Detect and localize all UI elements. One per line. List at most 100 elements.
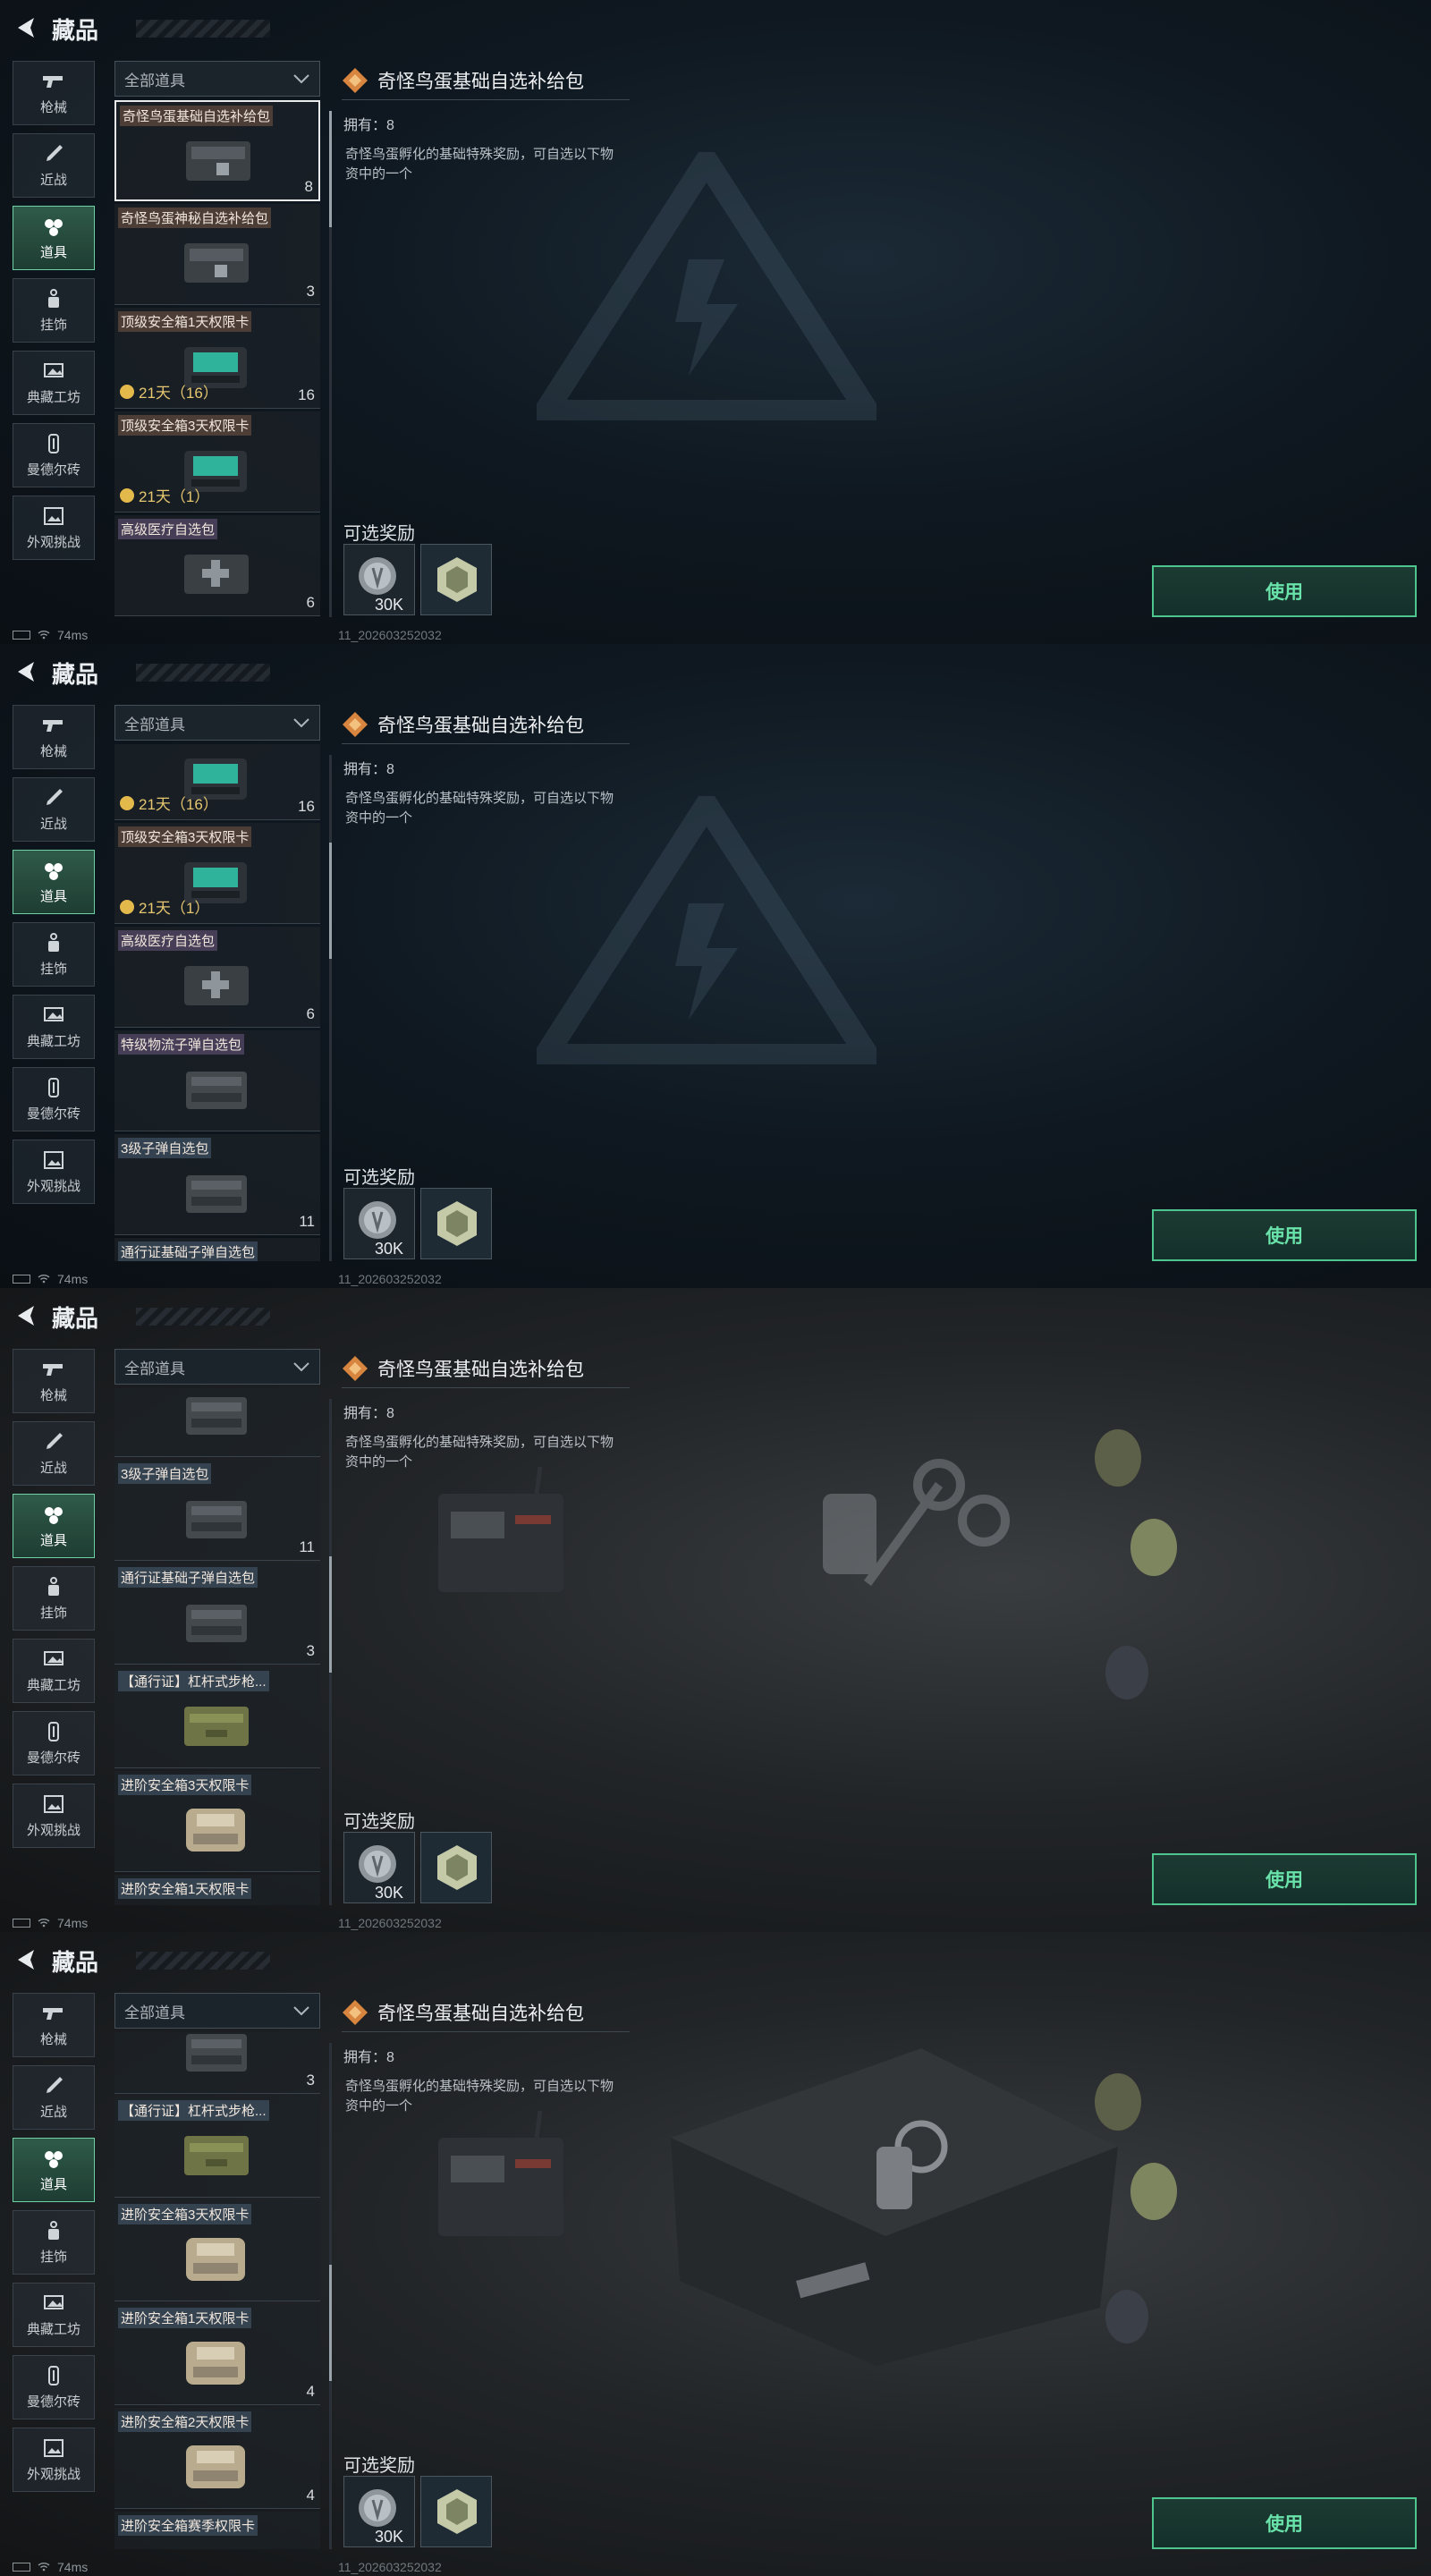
reward-coin[interactable]: 30K: [343, 544, 415, 615]
item-list[interactable]: 奇怪鸟蛋基础自选补给包 8 奇怪鸟蛋神秘自选补给包 3 顶级安全箱1天权限卡 21天（16…: [114, 100, 322, 617]
back-arrow-icon[interactable]: [13, 1946, 39, 1973]
use-button[interactable]: 使用: [1152, 1209, 1417, 1261]
list-item[interactable]: 通行证基础子弹自选包3: [114, 1238, 320, 1261]
use-button[interactable]: 使用: [1152, 565, 1417, 617]
list-item[interactable]: 通行证基础子弹自选包3: [114, 2032, 320, 2094]
category-charm[interactable]: 挂饰: [13, 278, 95, 343]
list-item[interactable]: 顶级安全箱3天权限卡 21天（1）: [114, 411, 320, 513]
category-gun[interactable]: 枪械: [13, 61, 95, 125]
list-item[interactable]: 特级物流子弹自选包: [114, 1030, 320, 1131]
filter-dropdown[interactable]: 全部道具: [114, 1349, 320, 1385]
list-item[interactable]: 奇怪鸟蛋神秘自选补给包 3: [114, 204, 320, 305]
reward-coin[interactable]: 30K: [343, 1188, 415, 1259]
list-item[interactable]: 高级医疗自选包 6: [114, 927, 320, 1028]
list-item[interactable]: 顶级安全箱1天权限卡21天（16）16: [114, 308, 320, 409]
item-list[interactable]: 顶级安全箱1天权限卡21天（16）16顶级安全箱3天权限卡21天（1）高级医疗自…: [114, 744, 322, 1261]
scrollbar-thumb[interactable]: [329, 2265, 332, 2381]
wifi-icon: [38, 2563, 50, 2572]
category-items[interactable]: 道具: [13, 2138, 95, 2202]
coin-value: 30K: [375, 1884, 404, 1902]
scrollbar-thumb[interactable]: [329, 111, 332, 227]
category-workshop[interactable]: 典藏工坊: [13, 1639, 95, 1703]
category-brick[interactable]: 曼德尔砖: [13, 1067, 95, 1131]
list-item[interactable]: 【通行证】杠杆式步枪...: [114, 1667, 320, 1768]
reward-token[interactable]: [420, 1188, 492, 1259]
list-item[interactable]: 奇怪鸟蛋基础自选补给包 8: [114, 100, 320, 201]
coin-value: 30K: [375, 2528, 404, 2546]
back-arrow-icon[interactable]: [13, 14, 39, 41]
filter-dropdown[interactable]: 全部道具: [114, 61, 320, 97]
filter-dropdown[interactable]: 全部道具: [114, 1993, 320, 2029]
category-brick[interactable]: 曼德尔砖: [13, 1711, 95, 1775]
owned-count: 拥有：8: [343, 1406, 394, 1421]
reward-token[interactable]: [420, 2476, 492, 2547]
list-item[interactable]: 进阶安全箱1天权限卡4: [114, 1875, 320, 1905]
category-items[interactable]: 道具: [13, 206, 95, 270]
category-brick[interactable]: 曼德尔砖: [13, 423, 95, 487]
build-number: 11_202603252032: [338, 628, 442, 642]
category-workshop[interactable]: 典藏工坊: [13, 995, 95, 1059]
detail-title: 奇怪鸟蛋基础自选补给包: [377, 71, 584, 92]
back-arrow-icon[interactable]: [13, 658, 39, 685]
item-list[interactable]: 通行证基础子弹自选包3 【通行证】杠杆式步枪... 进阶安全箱3天权限卡进阶安全箱1…: [114, 2032, 322, 2549]
item-list[interactable]: 特级物流子弹自选包 3级子弹自选包 11 通行证基础子弹自选包 3 【通行证】杠杆式步枪.…: [114, 1388, 322, 1905]
list-item[interactable]: 3级子弹自选包 11: [114, 1134, 320, 1235]
category-charm[interactable]: 挂饰: [13, 2210, 95, 2275]
coin-icon: [359, 1845, 396, 1883]
list-item[interactable]: 进阶安全箱3天权限卡: [114, 1771, 320, 1872]
use-button[interactable]: 使用: [1152, 1853, 1417, 1905]
back-arrow-icon[interactable]: [13, 1302, 39, 1329]
scrollbar-thumb[interactable]: [329, 843, 332, 959]
category-gun[interactable]: 枪械: [13, 705, 95, 769]
category-label: 外观挑战: [26, 1178, 80, 1194]
category-items[interactable]: 道具: [13, 850, 95, 914]
reward-coin[interactable]: 30K: [343, 2476, 415, 2547]
category-charm[interactable]: 挂饰: [13, 1566, 95, 1631]
list-item[interactable]: 进阶安全箱3天权限卡: [114, 2200, 320, 2301]
item-expiry: 21天（16）: [120, 380, 218, 402]
category-label: 曼德尔砖: [26, 1750, 80, 1766]
item-name: 通行证基础子弹自选包: [118, 1241, 258, 1261]
list-item[interactable]: 顶级安全箱3天权限卡 21天（1）: [114, 823, 320, 924]
filter-label: 全部道具: [124, 72, 185, 89]
category-appearance[interactable]: 外观挑战: [13, 1784, 95, 1848]
reward-coin[interactable]: 30K: [343, 1832, 415, 1903]
list-item[interactable]: 进阶安全箱2天权限卡 4: [114, 2408, 320, 2509]
category-appearance[interactable]: 外观挑战: [13, 2428, 95, 2492]
category-knife[interactable]: 近战: [13, 133, 95, 198]
diamond-badge-icon: [343, 711, 368, 737]
category-appearance[interactable]: 外观挑战: [13, 1140, 95, 1204]
reward-token[interactable]: [420, 544, 492, 615]
category-workshop[interactable]: 典藏工坊: [13, 2283, 95, 2347]
item-count: 16: [298, 798, 315, 815]
list-item[interactable]: 3级子弹自选包 11: [114, 1460, 320, 1561]
list-item[interactable]: 顶级安全箱1天权限卡21天（16）16: [114, 744, 320, 820]
scrollbar-thumb[interactable]: [329, 1556, 332, 1673]
use-button[interactable]: 使用: [1152, 2497, 1417, 2549]
list-item[interactable]: 进阶安全箱1天权限卡4: [114, 2304, 320, 2405]
list-scrollbar[interactable]: [329, 755, 332, 1261]
list-item[interactable]: 特级物流子弹自选包: [114, 1388, 320, 1457]
list-item[interactable]: 【通行证】杠杆式步枪...: [114, 2097, 320, 2198]
category-gun[interactable]: 枪械: [13, 1993, 95, 2057]
grenades-icon: [1095, 1429, 1177, 1699]
list-item[interactable]: 进阶安全箱赛季权限卡: [114, 2512, 320, 2549]
category-gun[interactable]: 枪械: [13, 1349, 95, 1413]
item-description: 奇怪鸟蛋孵化的基础特殊奖励，可自选以下物资中的一个: [345, 1435, 614, 1470]
list-item[interactable]: 通行证基础子弹自选包3: [114, 1563, 320, 1665]
brick-icon: [48, 2365, 59, 2385]
category-workshop[interactable]: 典藏工坊: [13, 351, 95, 415]
list-item[interactable]: 高级医疗自选包 6: [114, 515, 320, 616]
ping-text: 74ms: [57, 1916, 89, 1930]
category-brick[interactable]: 曼德尔砖: [13, 2355, 95, 2419]
category-knife[interactable]: 近战: [13, 777, 95, 842]
category-knife[interactable]: 近战: [13, 1421, 95, 1486]
item-name: 通行证基础子弹自选包: [118, 1567, 258, 1588]
category-items[interactable]: 道具: [13, 1494, 95, 1558]
category-knife[interactable]: 近战: [13, 2065, 95, 2130]
filter-label: 全部道具: [124, 716, 185, 733]
category-charm[interactable]: 挂饰: [13, 922, 95, 987]
category-appearance[interactable]: 外观挑战: [13, 496, 95, 560]
reward-token[interactable]: [420, 1832, 492, 1903]
filter-dropdown[interactable]: 全部道具: [114, 705, 320, 741]
